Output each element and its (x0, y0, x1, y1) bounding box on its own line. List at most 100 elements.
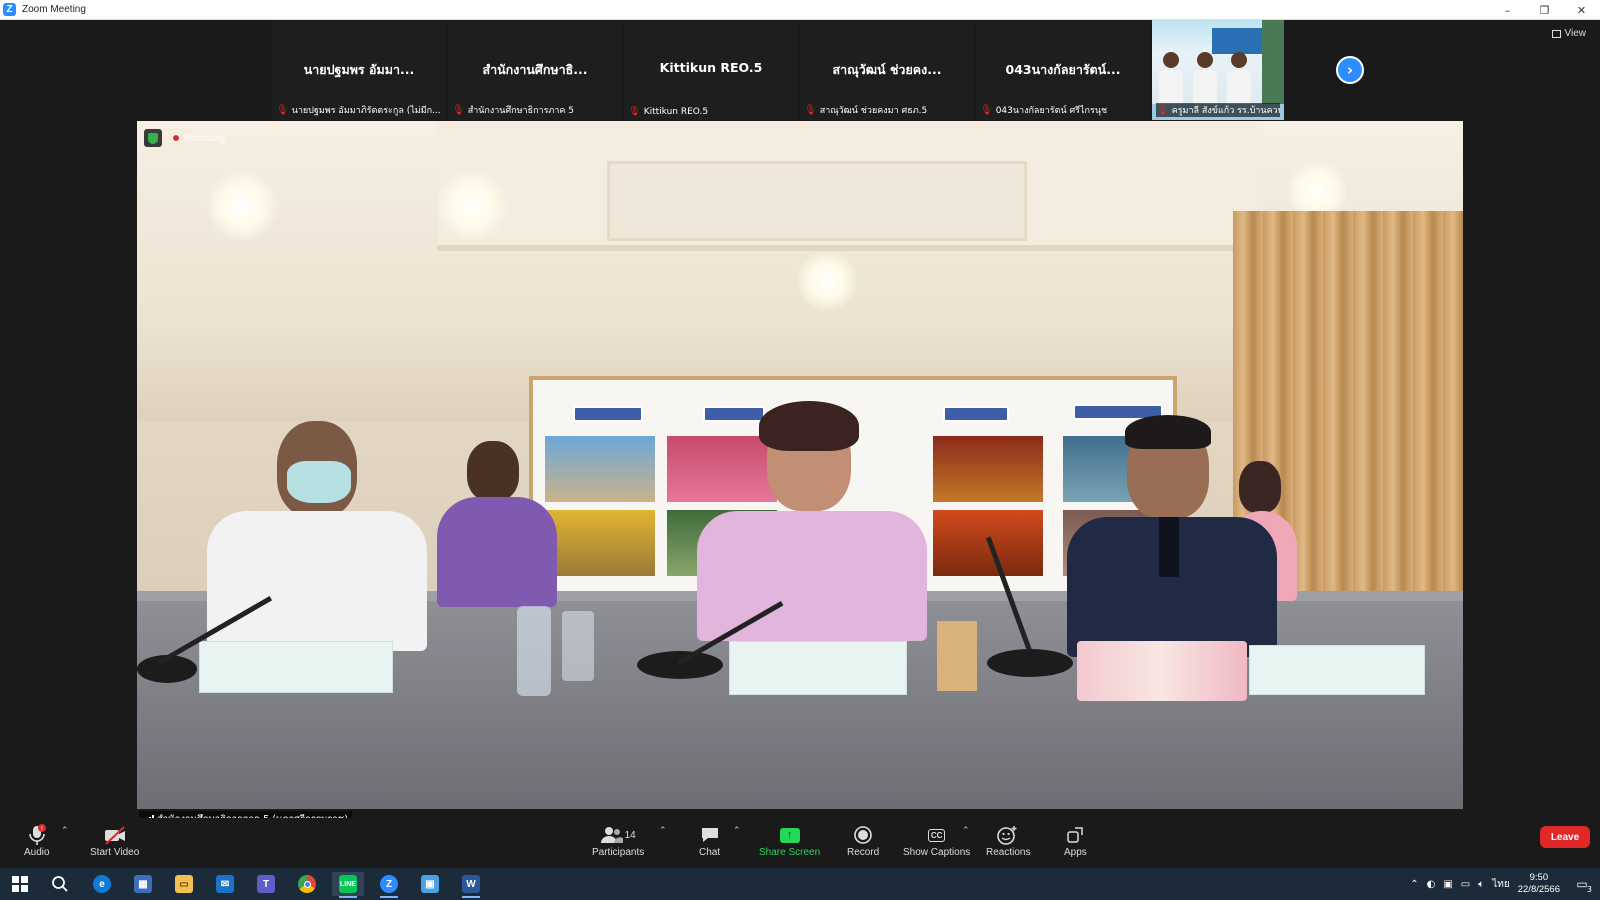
audio-label: Audio (24, 847, 50, 858)
view-label: View (1564, 28, 1587, 39)
restore-button[interactable]: ❐ (1526, 0, 1563, 20)
participant-video-tile[interactable]: 🎙︎ครูมาลี สังข์แก้ว รร.บ้านควนศรีวงศ์ (1152, 20, 1284, 120)
participant-display-name: สำนักงานศึกษาธิ... (482, 62, 588, 77)
participant-video-feed (1152, 20, 1284, 104)
main-speaker-video[interactable] (137, 121, 1463, 809)
mail-icon: ✉ (216, 875, 234, 893)
participant-name-label: 🎙︎ 043นางกัลยารัตน์ ศรีไกรนุช (980, 103, 1146, 117)
audio-button[interactable]: ! Audio (24, 824, 50, 858)
participant-name-label: 🎙︎ นายปฐมพร อัมมาภิรัตตระกูล (ไม่มีก... (276, 103, 442, 117)
participant-display-name: Kittikun REO.5 (659, 60, 763, 75)
minimize-button[interactable]: – (1489, 0, 1526, 20)
taskbar-edge[interactable]: e (86, 872, 118, 896)
participant-tile[interactable]: สาณุวัฒน์ ช่วยคง... 🎙︎ สาณุวัฒน์ ช่วยคงมา… (800, 20, 974, 120)
captions-options-caret-icon[interactable]: ⌃ (962, 826, 970, 836)
tray-security-icon[interactable]: ▣ (1443, 879, 1452, 890)
zoom-taskbar-icon: Z (380, 875, 398, 893)
record-icon (853, 824, 873, 846)
windows-logo-icon (12, 876, 28, 892)
next-page-arrow-icon[interactable]: › (1336, 56, 1364, 84)
participant-label-text: สำนักงานศึกษาธิการภาค 5 (467, 106, 575, 116)
chat-icon (700, 824, 720, 846)
apps-button[interactable]: Apps (1064, 824, 1087, 858)
notification-center-button[interactable]: ▭ 3 (1572, 874, 1592, 894)
volume-icon[interactable]: 🔈︎ (1478, 879, 1484, 890)
leave-button[interactable]: Leave (1540, 826, 1590, 848)
apps-icon (1066, 824, 1084, 846)
participants-options-caret-icon[interactable]: ⌃ (659, 826, 667, 836)
mic-muted-icon: 🎙︎ (1156, 104, 1169, 116)
taskbar-chrome[interactable] (291, 872, 323, 896)
svg-text:!: ! (41, 826, 43, 833)
search-button[interactable] (44, 872, 76, 896)
participants-button[interactable]: 14 Participants (592, 824, 644, 858)
network-icon[interactable]: ▭ (1461, 879, 1470, 890)
start-button[interactable] (4, 872, 36, 896)
reactions-label: Reactions (986, 847, 1031, 858)
chat-options-caret-icon[interactable]: ⌃ (733, 826, 741, 836)
clock-date: 22/8/2566 (1517, 884, 1560, 895)
show-captions-button[interactable]: CC Show Captions (903, 824, 970, 858)
taskbar-line[interactable]: LINE (332, 872, 364, 898)
clock-time: 9:50 (1529, 872, 1549, 883)
share-screen-button[interactable]: ↑ Share Screen (759, 824, 820, 858)
close-button[interactable]: ✕ (1563, 0, 1600, 20)
participant-label-text: 043นางกัลยารัตน์ ศรีไกรนุช (995, 106, 1108, 116)
zoom-app-icon: Z (3, 3, 16, 16)
tray-app-icon[interactable]: ◐ (1427, 879, 1436, 890)
meeting-area: นายปฐมพร อัมมา... 🎙︎ นายปฐมพร อัมมาภิรัตต… (0, 20, 1600, 828)
reactions-button[interactable]: Reactions (986, 824, 1030, 858)
language-indicator[interactable]: ไทย (1492, 877, 1509, 892)
audio-options-caret-icon[interactable]: ⌃ (61, 826, 69, 836)
app-window-icon: ▣ (421, 875, 439, 893)
edge-icon: e (93, 875, 111, 893)
mic-muted-icon: 🎙︎ (452, 104, 465, 116)
participant-tile[interactable]: นายปฐมพร อัมมา... 🎙︎ นายปฐมพร อัมมาภิรัตต… (272, 20, 446, 120)
record-button[interactable]: Record (847, 824, 879, 858)
zoom-window: Z Zoom Meeting – ❐ ✕ นายปฐมพร อัมมา... 🎙… (0, 0, 1600, 900)
security-shield-icon[interactable] (144, 129, 162, 147)
tray-overflow-icon[interactable]: ⌃ (1410, 879, 1418, 890)
taskbar-store[interactable]: ▦ (127, 872, 159, 896)
smiley-icon (997, 824, 1019, 846)
taskbar-mail[interactable]: ✉ (209, 872, 241, 896)
recording-status: Recording (144, 129, 225, 147)
participant-display-name: นายปฐมพร อัมมา... (303, 62, 415, 77)
mic-muted-icon: 🎙︎ (628, 106, 641, 117)
participant-tile[interactable]: Kittikun REO.5 🎙︎ Kittikun REO.5 (624, 20, 798, 120)
start-video-label: Start Video (90, 847, 140, 858)
participant-display-name: สาณุวัฒน์ ช่วยคง... (832, 62, 942, 77)
recording-indicator[interactable]: Recording (172, 133, 225, 143)
view-button[interactable]: View (1551, 28, 1587, 39)
show-captions-label: Show Captions (903, 847, 971, 858)
recording-dot-icon (172, 134, 180, 142)
taskbar-file-explorer[interactable]: ▭ (168, 872, 200, 896)
window-title: Zoom Meeting (22, 4, 86, 15)
participant-tile[interactable]: 043นางกัลยารัตน์... 🎙︎ 043นางกัลยารัตน์ ศ… (976, 20, 1150, 120)
search-icon (52, 876, 68, 892)
participants-icon: 14 (600, 824, 636, 846)
participant-tile[interactable]: สำนักงานศึกษาธิ... 🎙︎ สำนักงานศึกษาธิการภ… (448, 20, 622, 120)
record-label: Record (847, 847, 880, 858)
store-icon: ▦ (134, 875, 152, 893)
recording-label: Recording (184, 133, 226, 143)
participant-name-label: 🎙︎ Kittikun REO.5 (628, 106, 794, 117)
taskbar-zoom[interactable]: Z (373, 872, 405, 898)
participants-count: 14 (624, 829, 636, 841)
meeting-toolbar: ! Audio ⌃ Start Video 14 Participants ⌃ … (0, 818, 1600, 868)
notification-count: 3 (1586, 885, 1592, 894)
participant-label-text: สาณุวัฒน์ ช่วยคงมา ศธภ.5 (819, 106, 928, 116)
line-icon: LINE (339, 875, 357, 893)
participant-label-text: นายปฐมพร อัมมาภิรัตตระกูล (ไม่มีก... (291, 106, 441, 116)
grid-icon (1551, 29, 1561, 38)
start-video-button[interactable]: Start Video (90, 824, 139, 858)
clock[interactable]: 9:50 22/8/2566 (1518, 872, 1560, 896)
folder-icon: ▭ (175, 875, 193, 893)
chat-button[interactable]: Chat (699, 824, 720, 858)
system-tray: ⌃ ◐ ▣ ▭ 🔈︎ ไทย 9:50 22/8/2566 (1410, 868, 1560, 900)
taskbar-word[interactable]: W (455, 872, 487, 898)
mic-muted-icon: 🎙︎ (980, 104, 993, 116)
taskbar-teams[interactable]: T (250, 872, 282, 896)
taskbar-app[interactable]: ▣ (414, 872, 446, 896)
mic-muted-icon: 🎙︎ (804, 104, 817, 116)
